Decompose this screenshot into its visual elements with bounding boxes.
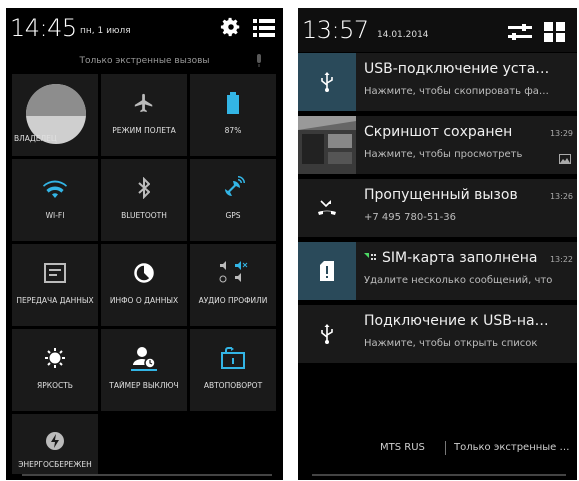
tile-data-transfer[interactable]: ПЕРЕДАЧА ДАННЫХ: [12, 244, 98, 326]
data-transfer-icon: [44, 263, 66, 283]
quick-settings-icon[interactable]: [508, 24, 532, 40]
tile-label: ЭНЕРГОСБЕРЕЖЕН: [18, 460, 92, 469]
sim-status-icon: [364, 253, 376, 260]
tile-label: ПЕРЕДАЧА ДАННЫХ: [16, 296, 94, 305]
panel-drag-handle[interactable]: [312, 474, 566, 476]
tile-label: 87%: [224, 126, 242, 135]
notification-sim-full[interactable]: SIM-карта заполнена Удалите несколько со…: [298, 242, 577, 300]
status-bar: 14:45 пн, 1 июля: [6, 8, 283, 50]
missed-call-icon: [318, 200, 336, 215]
notification-text: Нажмите, чтобы открыть список: [364, 338, 538, 349]
image-icon: [559, 154, 571, 164]
tile-data-usage[interactable]: ИНФО О ДАННЫХ: [101, 244, 187, 326]
sleep-timer-icon: [131, 347, 157, 371]
notification-time: 13:26: [549, 192, 573, 201]
tile-label: АВТОПОВОРОТ: [203, 381, 263, 390]
notification-title: Пропущенный вызов: [364, 187, 518, 203]
tile-airplane-mode[interactable]: РЕЖИМ ПОЛЕТА: [101, 74, 187, 156]
data-usage-icon: [134, 263, 154, 283]
tile-owner[interactable]: ВЛАДЕЛЕЦ: [12, 74, 98, 156]
tile-label: WI-FI: [45, 211, 65, 220]
sim-card-icon: [320, 261, 334, 281]
notification-title: Подключение к USB-накопителю: [364, 313, 554, 329]
tile-label: ТАЙМЕР ВЫКЛЮЧ: [109, 381, 179, 390]
date: пн, 1 июля: [80, 26, 131, 36]
notification-list-icon[interactable]: [253, 18, 275, 38]
usb-icon: [321, 324, 333, 344]
notification-time: 13:29: [549, 129, 573, 138]
microphone-icon: [257, 54, 261, 67]
notification-text: Нажмите, чтобы просмотреть: [364, 149, 523, 160]
usb-icon: [321, 72, 333, 92]
tile-auto-rotate[interactable]: АВТОПОВОРОТ: [190, 329, 276, 411]
date: 14.01.2014: [377, 30, 429, 40]
quick-settings-screen: 14:45 пн, 1 июля Только экстренные вызов…: [6, 8, 283, 480]
battery-icon: [227, 92, 239, 114]
auto-rotate-icon: [221, 347, 245, 369]
notification-text: Нажмите, чтобы скопировать файлы: [364, 86, 554, 97]
notification-title: USB-подключение установлено: [364, 61, 554, 77]
clear-all-icon[interactable]: [544, 22, 566, 42]
tile-label: GPS: [225, 211, 241, 220]
screenshot-thumbnail: [298, 116, 356, 174]
gear-icon[interactable]: [220, 16, 242, 38]
tile-label: ИНФО О ДАННЫХ: [109, 296, 179, 305]
notification-title: Скриншот сохранен: [364, 124, 513, 140]
notifications-screen: 13:57 14.01.2014 USB-подключение установ…: [298, 8, 577, 480]
tile-brightness[interactable]: ЯРКОСТЬ: [12, 329, 98, 411]
brightness-icon: [45, 348, 65, 368]
emergency-calls-only-text: Только экстренные вызовы: [454, 442, 574, 453]
emergency-calls-only-text: Только экстренные вызовы: [79, 56, 210, 66]
tile-gps[interactable]: GPS: [190, 159, 276, 241]
tile-wifi[interactable]: WI-FI: [12, 159, 98, 241]
tile-audio-profiles[interactable]: АУДИО ПРОФИЛИ: [190, 244, 276, 326]
tile-sleep-timer[interactable]: ТАЙМЕР ВЫКЛЮЧ: [101, 329, 187, 411]
notification-title: SIM-карта заполнена: [382, 250, 538, 266]
clock: 14:45: [10, 14, 77, 42]
airplane-icon: [134, 93, 153, 113]
status-bar: 13:57 14.01.2014: [298, 8, 577, 52]
tile-label: РЕЖИМ ПОЛЕТА: [112, 126, 176, 135]
power-saving-icon: [46, 432, 64, 450]
audio-profiles-icon: [219, 261, 248, 283]
tile-label: АУДИО ПРОФИЛИ: [198, 296, 268, 305]
notification-text: Удалите несколько сообщений, что: [364, 275, 553, 286]
divider: [445, 441, 446, 455]
clock: 13:57: [302, 16, 369, 44]
notification-time: 13:22: [549, 255, 573, 264]
tile-bluetooth[interactable]: BLUETOOTH: [101, 159, 187, 241]
gps-icon: [225, 176, 245, 196]
carrier-footer: MTS RUS Только экстренные вызовы: [298, 438, 577, 460]
tile-label: ЯРКОСТЬ: [37, 381, 73, 390]
carrier-name: MTS RUS: [380, 442, 425, 453]
panel-drag-handle[interactable]: [22, 474, 272, 476]
notification-usb-connected[interactable]: USB-подключение установлено Нажмите, что…: [298, 53, 577, 111]
tile-power-saving[interactable]: ЭНЕРГОСБЕРЕЖЕН: [12, 414, 98, 474]
notification-screenshot-saved[interactable]: Скриншот сохранен Нажмите, чтобы просмот…: [298, 116, 577, 174]
bluetooth-icon: [138, 177, 150, 199]
tile-label: BLUETOOTH: [121, 211, 167, 220]
notification-usb-storage[interactable]: Подключение к USB-накопителю Нажмите, чт…: [298, 305, 577, 363]
notification-text: +7 495 780-51-36: [364, 212, 456, 223]
tile-battery[interactable]: 87%: [190, 74, 276, 156]
wifi-icon: [43, 180, 67, 198]
notification-missed-call[interactable]: Пропущенный вызов +7 495 780-51-36 13:26: [298, 179, 577, 237]
tile-label: ВЛАДЕЛЕЦ: [14, 134, 57, 143]
